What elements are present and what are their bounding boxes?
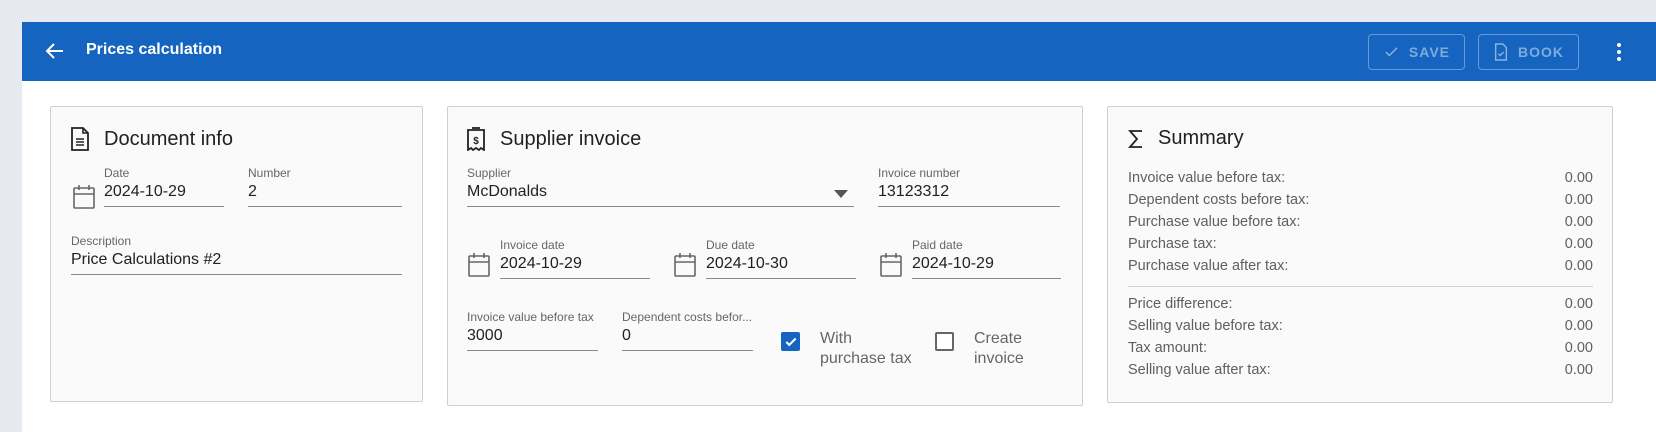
document-info-card: Document info Date 2024-10-29 Number 2 D… (50, 106, 423, 402)
description-label: Description (71, 234, 132, 248)
summary-row: Purchase tax: 0.00 (1128, 236, 1593, 252)
save-label: SAVE (1408, 44, 1450, 60)
invoice-value-input[interactable]: 3000 (467, 325, 598, 351)
summary-row: Price difference: 0.00 (1128, 296, 1593, 312)
save-button[interactable]: SAVE (1368, 34, 1465, 70)
summary-label: Invoice value before tax: (1128, 170, 1286, 186)
summary-card: Summary Invoice value before tax: 0.00 De… (1107, 106, 1613, 403)
summary-label: Price difference: (1128, 296, 1233, 312)
supplier-invoice-title: Supplier invoice (500, 127, 642, 150)
create-invoice-label: Create invoice (974, 330, 1024, 367)
check-icon (785, 337, 796, 346)
summary-label: Purchase value before tax: (1128, 214, 1301, 230)
summary-label: Selling value before tax: (1128, 318, 1283, 334)
more-vert-icon (1617, 43, 1621, 47)
with-purchase-tax-label: With purchase tax (820, 330, 912, 367)
invoice-number-field[interactable]: Invoice number 13123312 (878, 166, 1060, 214)
invoice-value-field[interactable]: Invoice value before tax 3000 (467, 310, 598, 358)
due-date-field[interactable]: Due date 2024-10-30 (706, 238, 856, 286)
paid-date-input[interactable]: 2024-10-29 (912, 253, 1061, 279)
supplier-invoice-card: $ Supplier invoice Supplier McDonalds In… (447, 106, 1083, 406)
invoice-date-label: Invoice date (500, 238, 565, 252)
dependent-costs-label: Dependent costs befor... (622, 310, 753, 324)
sigma-icon (1128, 129, 1142, 148)
number-label: Number (248, 166, 291, 180)
dependent-costs-field[interactable]: Dependent costs befor... 0 (622, 310, 753, 358)
document-icon (71, 127, 89, 151)
with-purchase-tax-checkbox[interactable]: With purchase tax (781, 329, 920, 369)
dropdown-arrow-icon[interactable] (834, 190, 848, 198)
invoice-number-label: Invoice number (878, 166, 961, 180)
arrow-left-icon (45, 43, 63, 59)
more-options-button[interactable] (1607, 38, 1631, 66)
description-input[interactable]: Price Calculations #2 (71, 249, 402, 275)
summary-header: Summary (1128, 127, 1244, 150)
summary-label: Purchase value after tax: (1128, 258, 1289, 274)
summary-label: Tax amount: (1128, 340, 1207, 356)
calendar-icon[interactable] (879, 252, 903, 278)
invoice-value-label: Invoice value before tax (467, 310, 594, 324)
svg-text:$: $ (473, 136, 479, 147)
paid-date-label: Paid date (912, 238, 963, 252)
summary-row: Purchase value after tax: 0.00 (1128, 258, 1593, 274)
summary-row: Tax amount: 0.00 (1128, 340, 1593, 356)
supplier-value[interactable]: McDonalds (467, 181, 854, 207)
due-date-label: Due date (706, 238, 755, 252)
paid-date-field[interactable]: Paid date 2024-10-29 (912, 238, 1061, 286)
summary-row: Invoice value before tax: 0.00 (1128, 170, 1593, 186)
description-field[interactable]: Description Price Calculations #2 (71, 234, 402, 282)
document-info-title: Document info (104, 127, 233, 150)
date-field[interactable]: Date 2024-10-29 (104, 166, 224, 214)
number-field[interactable]: Number 2 (248, 166, 402, 214)
summary-value: 0.00 (1564, 296, 1593, 312)
supplier-label: Supplier (467, 166, 512, 180)
summary-value: 0.00 (1564, 340, 1593, 356)
summary-value: 0.00 (1564, 258, 1593, 274)
top-app-bar: Prices calculation SAVE BOOK (22, 22, 1656, 81)
summary-row: Selling value before tax: 0.00 (1128, 318, 1593, 334)
receipt-dollar-icon: $ (467, 127, 485, 151)
more-vert-icon (1617, 57, 1621, 61)
summary-row: Purchase value before tax: 0.00 (1128, 214, 1593, 230)
summary-label: Dependent costs before tax: (1128, 192, 1310, 208)
document-info-header: Document info (70, 127, 233, 151)
summary-value: 0.00 (1564, 318, 1593, 334)
book-button[interactable]: BOOK (1478, 34, 1579, 70)
book-label: BOOK (1518, 44, 1564, 60)
summary-label: Purchase tax: (1128, 236, 1217, 252)
invoice-date-field[interactable]: Invoice date 2024-10-29 (500, 238, 650, 286)
summary-value: 0.00 (1564, 362, 1593, 378)
checkbox-checked[interactable] (781, 332, 800, 351)
summary-value: 0.00 (1564, 214, 1593, 230)
summary-value: 0.00 (1564, 192, 1593, 208)
back-button[interactable] (40, 36, 70, 66)
date-label: Date (104, 166, 130, 180)
supplier-invoice-header: $ Supplier invoice (466, 127, 641, 151)
calendar-icon[interactable] (467, 252, 491, 278)
summary-title: Summary (1158, 127, 1244, 149)
dependent-costs-input[interactable]: 0 (622, 325, 753, 351)
check-icon (1385, 47, 1398, 57)
checkbox-unchecked[interactable] (935, 332, 954, 351)
number-input[interactable]: 2 (248, 181, 402, 207)
summary-value: 0.00 (1564, 236, 1593, 252)
supplier-select[interactable]: Supplier McDonalds (467, 166, 854, 214)
calendar-icon[interactable] (673, 252, 697, 278)
date-input[interactable]: 2024-10-29 (104, 181, 224, 207)
page-title: Prices calculation (86, 41, 223, 58)
summary-label: Selling value after tax: (1128, 362, 1271, 378)
due-date-input[interactable]: 2024-10-30 (706, 253, 856, 279)
create-invoice-checkbox[interactable]: Create invoice (935, 329, 1044, 369)
calendar-icon[interactable] (72, 184, 96, 210)
summary-row: Dependent costs before tax: 0.00 (1128, 192, 1593, 208)
summary-row: Selling value after tax: 0.00 (1128, 362, 1593, 378)
summary-divider (1128, 286, 1593, 287)
summary-value: 0.00 (1564, 170, 1593, 186)
more-vert-icon (1617, 50, 1621, 54)
invoice-date-input[interactable]: 2024-10-29 (500, 253, 650, 279)
invoice-number-input[interactable]: 13123312 (878, 181, 1060, 207)
document-check-icon (1494, 43, 1508, 61)
